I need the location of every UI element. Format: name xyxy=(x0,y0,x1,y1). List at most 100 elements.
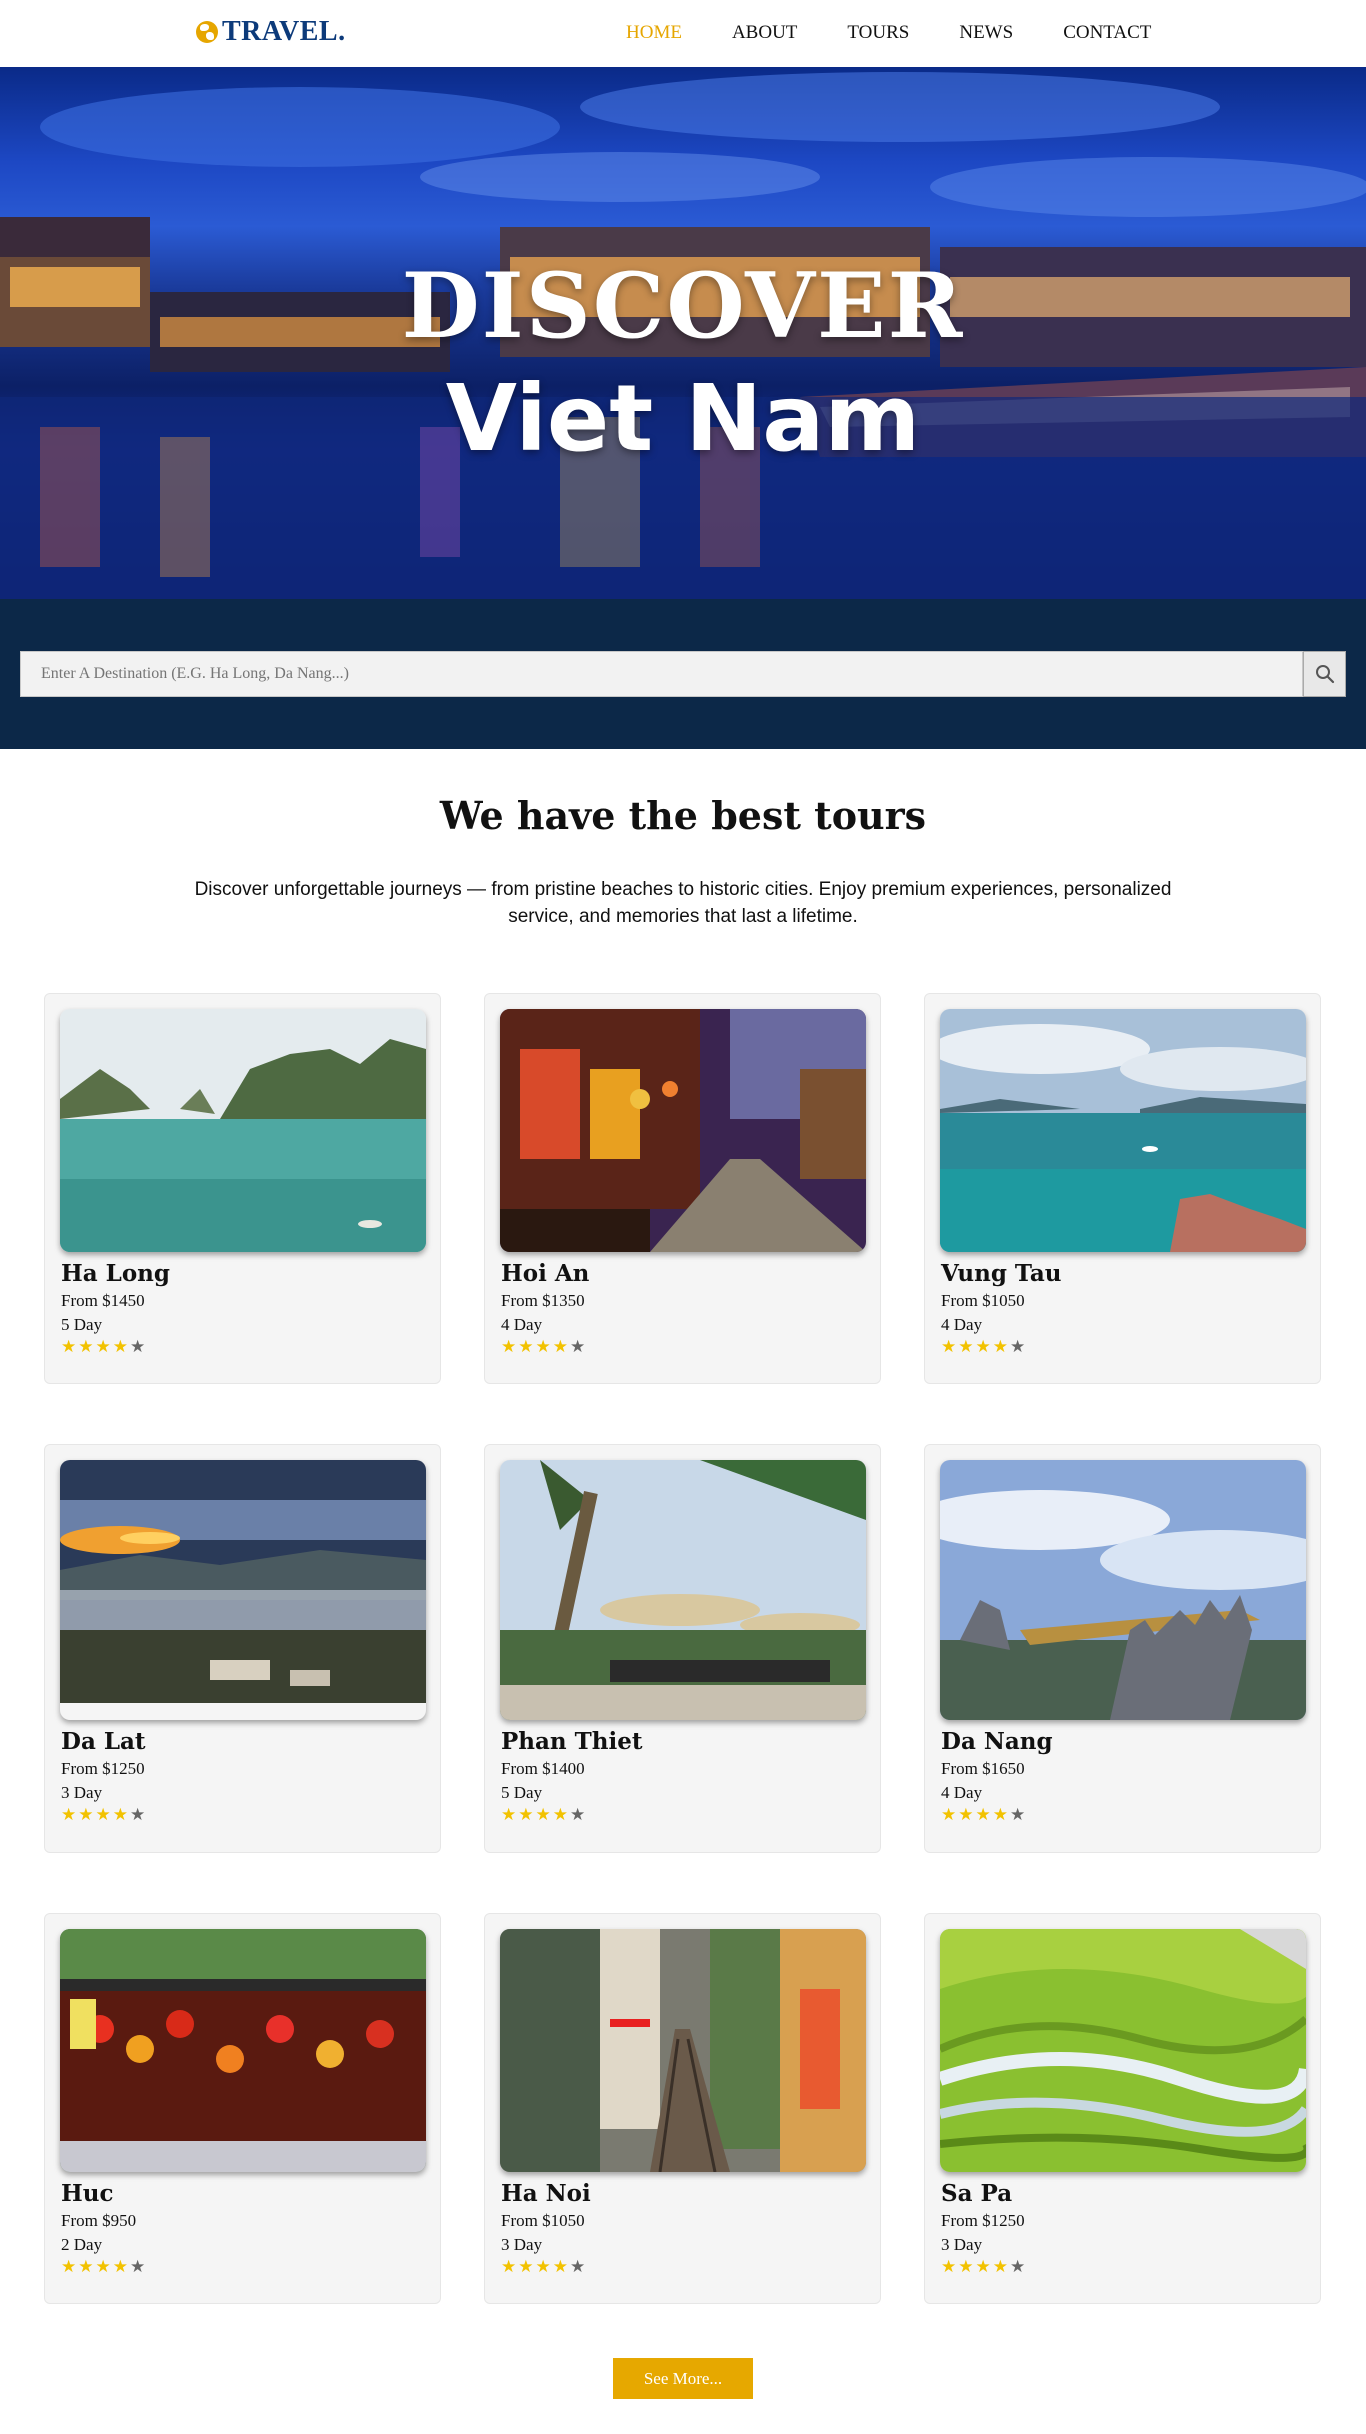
tour-image[interactable] xyxy=(60,1460,426,1720)
tour-image[interactable] xyxy=(500,1929,866,2172)
star-empty-icon: ★ xyxy=(130,1337,146,1357)
tour-card-body: Sa Pa From $1250 3 Day ★ ★ ★ ★ ★ xyxy=(941,2179,1025,2276)
star-filled-icon: ★ xyxy=(112,2257,128,2277)
tour-name[interactable]: Ha Long xyxy=(61,1259,170,1289)
tour-card[interactable]: Ha Long From $1450 5 Day ★ ★ ★ ★ ★ xyxy=(44,993,441,1384)
tour-rating: ★ ★ ★ ★ ★ xyxy=(501,1807,642,1824)
nav-home[interactable]: HOME xyxy=(626,22,682,44)
tour-card[interactable]: Ha Noi From $1050 3 Day ★ ★ ★ ★ ★ xyxy=(484,1913,881,2304)
tour-rating: ★ ★ ★ ★ ★ xyxy=(61,1339,170,1356)
tour-card[interactable]: Da Nang From $1650 4 Day ★ ★ ★ ★ ★ xyxy=(924,1444,1321,1853)
tour-image[interactable] xyxy=(500,1009,866,1252)
site-header: TRAVEL. HOME ABOUT TOURS NEWS CONTACT xyxy=(0,0,1366,67)
see-more-button[interactable]: See More... xyxy=(613,2358,753,2399)
star-filled-icon: ★ xyxy=(95,2257,111,2277)
tour-card-body: Vung Tau From $1050 4 Day ★ ★ ★ ★ ★ xyxy=(941,1259,1061,1356)
tour-image[interactable] xyxy=(940,1460,1306,1720)
search-band xyxy=(0,599,1366,749)
logo-text: TRAVEL. xyxy=(222,16,346,47)
tour-price: From $1450 xyxy=(61,1291,145,1310)
star-filled-icon: ★ xyxy=(958,1337,974,1357)
tour-duration: 3 Day xyxy=(501,2235,543,2254)
tour-card-body: Ha Long From $1450 5 Day ★ ★ ★ ★ ★ xyxy=(61,1259,170,1356)
star-empty-icon: ★ xyxy=(1010,1805,1026,1825)
tour-name[interactable]: Sa Pa xyxy=(941,2179,1025,2209)
tour-card[interactable]: Vung Tau From $1050 4 Day ★ ★ ★ ★ ★ xyxy=(924,993,1321,1384)
tour-card-body: Hoi An From $1350 4 Day ★ ★ ★ ★ ★ xyxy=(501,1259,589,1356)
tour-rating: ★ ★ ★ ★ ★ xyxy=(61,2259,145,2276)
tour-duration: 3 Day xyxy=(941,2235,983,2254)
tour-name[interactable]: Vung Tau xyxy=(941,1259,1061,1289)
nav-tours[interactable]: TOURS xyxy=(847,22,909,44)
nav-news[interactable]: NEWS xyxy=(959,22,1013,44)
nav-about[interactable]: ABOUT xyxy=(732,22,797,44)
globe-icon xyxy=(196,21,218,43)
tour-card[interactable]: Huc From $950 2 Day ★ ★ ★ ★ ★ xyxy=(44,1913,441,2304)
star-filled-icon: ★ xyxy=(95,1337,111,1357)
hero-title-discover: DISCOVER xyxy=(401,253,965,359)
tour-name[interactable]: Da Lat xyxy=(61,1727,146,1757)
tour-duration: 5 Day xyxy=(501,1783,543,1802)
star-filled-icon: ★ xyxy=(552,2257,568,2277)
tour-name[interactable]: Ha Noi xyxy=(501,2179,591,2209)
tour-rating: ★ ★ ★ ★ ★ xyxy=(941,1339,1061,1356)
star-filled-icon: ★ xyxy=(941,1805,957,1825)
star-filled-icon: ★ xyxy=(535,2257,551,2277)
logo[interactable]: TRAVEL. xyxy=(196,16,346,48)
star-filled-icon: ★ xyxy=(958,2257,974,2277)
star-empty-icon: ★ xyxy=(570,1805,586,1825)
destination-search-input[interactable] xyxy=(20,651,1303,697)
tour-card[interactable]: Da Lat From $1250 3 Day ★ ★ ★ ★ ★ xyxy=(44,1444,441,1853)
star-empty-icon: ★ xyxy=(1010,1337,1026,1357)
tour-price: From $1400 xyxy=(501,1759,585,1778)
star-filled-icon: ★ xyxy=(518,1337,534,1357)
tour-name[interactable]: Hoi An xyxy=(501,1259,589,1289)
star-filled-icon: ★ xyxy=(535,1337,551,1357)
tour-duration: 2 Day xyxy=(61,2235,103,2254)
tour-price: From $1050 xyxy=(941,1291,1025,1310)
tour-card-body: Ha Noi From $1050 3 Day ★ ★ ★ ★ ★ xyxy=(501,2179,591,2276)
star-empty-icon: ★ xyxy=(130,1805,146,1825)
tour-image[interactable] xyxy=(500,1460,866,1720)
tour-name[interactable]: Da Nang xyxy=(941,1727,1053,1757)
tour-price: From $1650 xyxy=(941,1759,1025,1778)
star-empty-icon: ★ xyxy=(1010,2257,1026,2277)
tour-card-body: Phan Thiet From $1400 5 Day ★ ★ ★ ★ ★ xyxy=(501,1727,642,1824)
star-filled-icon: ★ xyxy=(518,1805,534,1825)
star-filled-icon: ★ xyxy=(112,1805,128,1825)
star-filled-icon: ★ xyxy=(941,2257,957,2277)
tour-card[interactable]: Hoi An From $1350 4 Day ★ ★ ★ ★ ★ xyxy=(484,993,881,1384)
tour-name[interactable]: Phan Thiet xyxy=(501,1727,642,1757)
star-filled-icon: ★ xyxy=(975,2257,991,2277)
tour-image[interactable] xyxy=(60,1009,426,1252)
tour-image[interactable] xyxy=(60,1929,426,2172)
star-filled-icon: ★ xyxy=(552,1805,568,1825)
star-filled-icon: ★ xyxy=(975,1337,991,1357)
tour-rating: ★ ★ ★ ★ ★ xyxy=(61,1807,146,1824)
star-filled-icon: ★ xyxy=(78,2257,94,2277)
star-filled-icon: ★ xyxy=(535,1805,551,1825)
main-nav: HOME ABOUT TOURS NEWS CONTACT xyxy=(626,22,1201,44)
tour-image[interactable] xyxy=(940,1009,1306,1252)
hero-title-vietnam: Viet Nam xyxy=(445,365,921,472)
search-button[interactable] xyxy=(1303,651,1346,697)
star-filled-icon: ★ xyxy=(552,1337,568,1357)
star-filled-icon: ★ xyxy=(78,1805,94,1825)
tour-name[interactable]: Huc xyxy=(61,2179,145,2209)
star-filled-icon: ★ xyxy=(992,1805,1008,1825)
star-empty-icon: ★ xyxy=(130,2257,146,2277)
tour-price: From $1050 xyxy=(501,2211,585,2230)
star-filled-icon: ★ xyxy=(112,1337,128,1357)
tour-rating: ★ ★ ★ ★ ★ xyxy=(941,1807,1053,1824)
tour-card[interactable]: Phan Thiet From $1400 5 Day ★ ★ ★ ★ ★ xyxy=(484,1444,881,1853)
star-filled-icon: ★ xyxy=(992,2257,1008,2277)
tour-image[interactable] xyxy=(940,1929,1306,2172)
tour-card[interactable]: Sa Pa From $1250 3 Day ★ ★ ★ ★ ★ xyxy=(924,1913,1321,2304)
star-filled-icon: ★ xyxy=(975,1805,991,1825)
nav-contact[interactable]: CONTACT xyxy=(1063,22,1151,44)
section-description: Discover unforgettable journeys — from p… xyxy=(194,879,1172,927)
hero-banner: DISCOVER Viet Nam xyxy=(0,67,1366,599)
tour-price: From $950 xyxy=(61,2211,137,2230)
star-filled-icon: ★ xyxy=(61,1805,77,1825)
star-filled-icon: ★ xyxy=(78,1337,94,1357)
